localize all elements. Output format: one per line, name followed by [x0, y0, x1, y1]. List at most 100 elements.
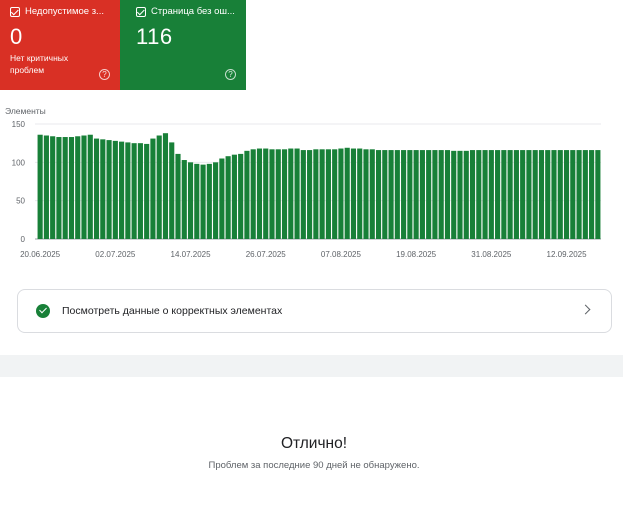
chart-bar[interactable] [413, 150, 419, 239]
chart-bar[interactable] [156, 135, 162, 240]
chart-bar[interactable] [150, 138, 156, 239]
chart-bar[interactable] [495, 150, 501, 239]
chart-bar[interactable] [426, 150, 432, 239]
chart-bar[interactable] [169, 142, 175, 239]
chart-bar[interactable] [444, 150, 451, 239]
check-circle-icon [36, 304, 50, 318]
chart-bar[interactable] [62, 137, 68, 239]
chart-bar[interactable] [206, 163, 212, 239]
chart-bar[interactable] [263, 148, 269, 239]
chart-bar[interactable] [507, 150, 513, 239]
chart-bar[interactable] [244, 150, 250, 239]
chart-bar[interactable] [357, 148, 363, 239]
chart-bar[interactable] [482, 150, 488, 239]
chart-bar[interactable] [369, 149, 375, 239]
chart-bar[interactable] [187, 162, 194, 239]
chart-bar[interactable] [551, 150, 557, 239]
chart-bar[interactable] [213, 162, 219, 239]
chart-bar[interactable] [43, 135, 49, 240]
chart-bar[interactable] [269, 149, 275, 239]
chart-bar[interactable] [338, 148, 344, 239]
chart-bar[interactable] [200, 164, 206, 239]
chart-bar[interactable] [294, 148, 300, 239]
chart-bar[interactable] [538, 150, 545, 239]
chart-bar[interactable] [288, 148, 294, 239]
chart-bar[interactable] [275, 149, 281, 239]
help-icon[interactable]: ? [99, 69, 110, 80]
chart-bar[interactable] [125, 142, 131, 239]
help-icon[interactable]: ? [225, 69, 236, 80]
chart-bar[interactable] [81, 135, 87, 240]
chart-bar[interactable] [382, 150, 388, 239]
chart-bar[interactable] [37, 134, 43, 239]
chart-bar[interactable] [419, 150, 425, 239]
chart-bar[interactable] [144, 143, 150, 239]
chart-bar[interactable] [50, 136, 56, 239]
chart-bar[interactable] [250, 149, 256, 239]
chart-bar[interactable] [438, 150, 444, 239]
chart-bar[interactable] [363, 149, 369, 239]
chart-bar[interactable] [532, 150, 538, 239]
chart-bar[interactable] [401, 150, 407, 239]
chart-bar[interactable] [595, 150, 601, 239]
chart-bar[interactable] [307, 150, 313, 239]
chart-bar[interactable] [589, 150, 595, 239]
chart-bar[interactable] [256, 148, 263, 239]
chart-bar[interactable] [350, 148, 357, 239]
chart-bar[interactable] [526, 150, 532, 239]
chart-bar[interactable] [313, 149, 319, 239]
chart-bar[interactable] [563, 150, 570, 239]
chart-bar[interactable] [488, 150, 494, 239]
chart-bar[interactable] [238, 153, 244, 239]
checkbox-icon[interactable] [136, 6, 146, 17]
invalid-items-count: 0 [10, 24, 23, 49]
invalid-items-tile[interactable]: Недопустимое з... 0 Нет критичных пробле… [0, 0, 120, 90]
chart-bar[interactable] [100, 139, 106, 239]
chart-bar[interactable] [231, 154, 237, 239]
chart-bar[interactable] [375, 150, 382, 239]
chart-bar[interactable] [344, 147, 350, 239]
chart-bar[interactable] [281, 149, 288, 239]
chart-bar[interactable] [106, 140, 112, 239]
chart-bar[interactable] [501, 150, 507, 239]
chart-bar[interactable] [570, 150, 576, 239]
valid-items-tile[interactable]: Страница без ош... 116 ? [120, 0, 246, 90]
chart-bar[interactable] [576, 150, 582, 239]
y-tick-label: 100 [12, 158, 26, 167]
chart-bar[interactable] [476, 150, 482, 239]
chart-bar[interactable] [56, 137, 62, 239]
chart-bar[interactable] [119, 141, 125, 239]
checkbox-icon[interactable] [10, 6, 20, 17]
chart-bar[interactable] [194, 163, 200, 239]
chart-bar[interactable] [175, 153, 181, 239]
chart-bar[interactable] [75, 136, 81, 239]
chart-bar[interactable] [332, 149, 338, 239]
chart-bar[interactable] [112, 140, 118, 239]
chart-bar[interactable] [520, 150, 526, 239]
chart-bar[interactable] [407, 150, 413, 239]
chart-bar[interactable] [557, 150, 563, 239]
chart-bar[interactable] [463, 150, 469, 239]
chart-bar[interactable] [325, 149, 331, 239]
chart-bar[interactable] [131, 143, 137, 239]
chart-bar[interactable] [582, 150, 588, 239]
chart-bar[interactable] [513, 150, 519, 239]
chart-bar[interactable] [225, 156, 231, 239]
chart-bar[interactable] [432, 150, 438, 239]
chart-bar[interactable] [137, 143, 143, 239]
chart-bar[interactable] [545, 150, 551, 239]
chart-bar[interactable] [457, 150, 463, 239]
view-valid-items-link[interactable]: Посмотреть данные о корректных элементах [17, 289, 612, 333]
chart-bar[interactable] [319, 149, 325, 239]
chart-bar[interactable] [93, 138, 100, 239]
chart-bar[interactable] [451, 150, 457, 239]
chart-bar[interactable] [469, 150, 476, 239]
chart-bar[interactable] [388, 150, 394, 239]
chart-bar[interactable] [300, 150, 306, 239]
chart-bar[interactable] [219, 158, 225, 240]
chart-bar[interactable] [181, 160, 187, 239]
chart-bar[interactable] [162, 133, 169, 239]
chart-bar[interactable] [87, 134, 93, 239]
chart-bar[interactable] [394, 150, 400, 239]
chart-bar[interactable] [68, 137, 75, 239]
